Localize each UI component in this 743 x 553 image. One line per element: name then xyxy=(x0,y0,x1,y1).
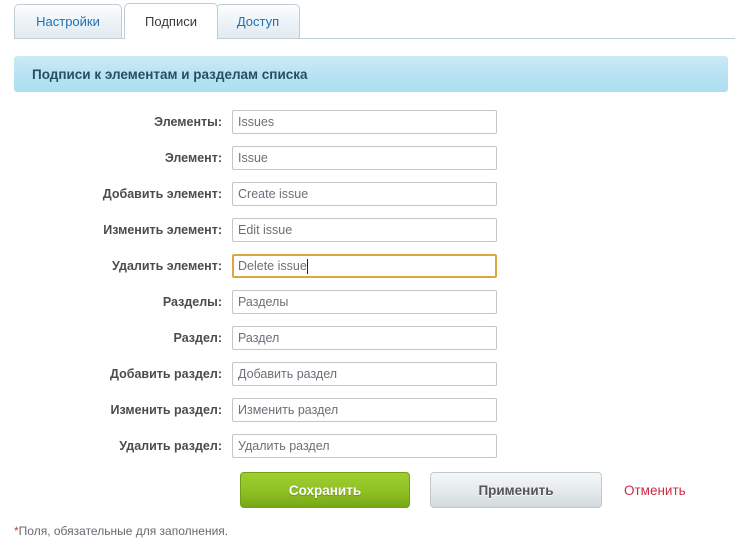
form-label: Добавить раздел: xyxy=(110,367,222,381)
form-row: Добавить элемент: Create issue xyxy=(0,176,743,212)
caption-input[interactable]: Добавить раздел xyxy=(232,362,497,386)
form-row: Раздел: Раздел xyxy=(0,320,743,356)
tab-1[interactable]: Настройки xyxy=(14,4,122,38)
caption-input[interactable]: Issues xyxy=(232,110,497,134)
caption-input-value: Issues xyxy=(238,115,275,129)
section-header: Подписи к элементам и разделам списка xyxy=(14,56,728,92)
caption-input-value: Раздел xyxy=(238,331,280,345)
caption-input-value: Edit issue xyxy=(238,223,293,237)
required-fields-note: *Поля, обязательные для заполнения. xyxy=(14,524,228,538)
tab-label: Настройки xyxy=(36,14,100,29)
apply-button[interactable]: Применить xyxy=(430,472,602,508)
form-label: Изменить элемент: xyxy=(103,223,222,237)
form-label: Добавить элемент: xyxy=(102,187,222,201)
caption-input[interactable]: Удалить раздел xyxy=(232,434,497,458)
form-row: Элементы: Issues xyxy=(0,104,743,140)
caption-input[interactable]: Delete issue xyxy=(232,254,497,278)
captions-form: Элементы: Issues Элемент: Issue Добавить эле… xyxy=(0,104,743,464)
form-row: Удалить элемент: Delete issue xyxy=(0,248,743,284)
form-row: Изменить элемент: Edit issue xyxy=(0,212,743,248)
tab-bar-underline xyxy=(14,38,735,39)
caption-input-value: Разделы xyxy=(238,295,289,309)
caption-input-value: Issue xyxy=(238,151,268,165)
form-label: Удалить элемент: xyxy=(112,259,222,273)
form-label: Элемент: xyxy=(164,151,222,165)
tab-bar: Настройки Подписи Доступ xyxy=(0,0,743,41)
tab-label: Доступ xyxy=(236,14,280,29)
caption-input-value: Изменить раздел xyxy=(238,403,339,417)
caption-input-value: Create issue xyxy=(238,187,309,201)
form-label: Удалить раздел: xyxy=(119,439,222,453)
caption-input[interactable]: Issue xyxy=(232,146,497,170)
required-note-text: Поля, обязательные для заполнения. xyxy=(18,524,229,538)
tab-2[interactable]: Подписи xyxy=(124,3,218,41)
save-button[interactable]: Сохранить xyxy=(240,472,410,508)
caption-input[interactable]: Разделы xyxy=(232,290,497,314)
form-row: Удалить раздел: Удалить раздел xyxy=(0,428,743,464)
tab-label: Подписи xyxy=(145,14,197,29)
form-label: Раздел: xyxy=(173,331,222,345)
caption-input-value: Удалить раздел xyxy=(238,439,330,453)
form-row: Добавить раздел: Добавить раздел xyxy=(0,356,743,392)
form-label: Элементы: xyxy=(154,115,222,129)
form-label: Разделы: xyxy=(162,295,222,309)
section-title: Подписи к элементам и разделам списка xyxy=(32,66,308,82)
text-caret xyxy=(306,258,308,274)
form-row: Элемент: Issue xyxy=(0,140,743,176)
cancel-link[interactable]: Отменить xyxy=(624,483,686,498)
form-row: Изменить раздел: Изменить раздел xyxy=(0,392,743,428)
form-row: Разделы: Разделы xyxy=(0,284,743,320)
caption-input-value: Добавить раздел xyxy=(238,367,338,381)
tab-3[interactable]: Доступ xyxy=(216,4,300,38)
settings-page: Настройки Подписи Доступ Подписи к элемент… xyxy=(0,0,743,553)
form-label: Изменить раздел: xyxy=(110,403,222,417)
caption-input[interactable]: Edit issue xyxy=(232,218,497,242)
caption-input-value: Delete issue xyxy=(238,259,307,273)
caption-input[interactable]: Create issue xyxy=(232,182,497,206)
caption-input[interactable]: Раздел xyxy=(232,326,497,350)
form-actions: Сохранить Применить Отменить xyxy=(0,472,743,508)
caption-input[interactable]: Изменить раздел xyxy=(232,398,497,422)
